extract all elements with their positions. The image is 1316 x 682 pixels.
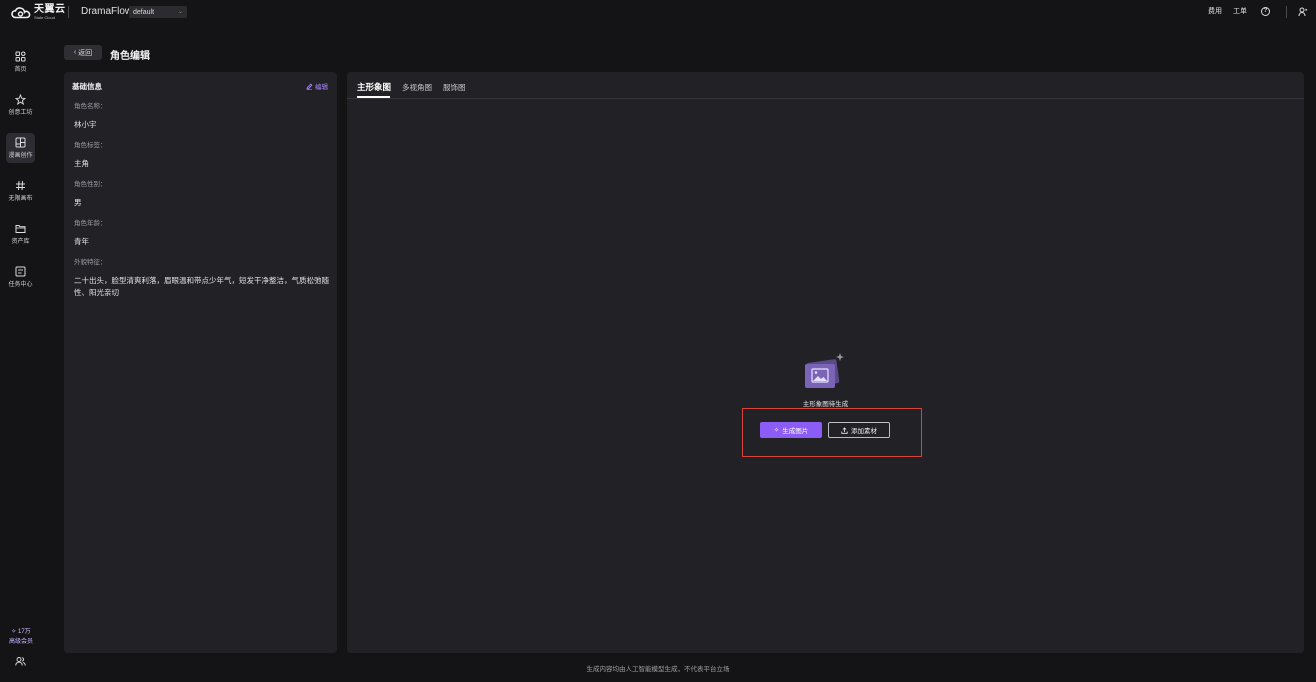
field-label: 外貌特征： xyxy=(74,259,107,266)
image-tabs: 主形象图 多视角图 服饰图 xyxy=(347,72,1304,99)
edit-button[interactable]: 编辑 xyxy=(306,81,328,91)
add-material-label: 添加素材 xyxy=(851,428,877,435)
add-material-button[interactable]: 添加素材 xyxy=(828,422,890,438)
grid-icon xyxy=(15,51,26,62)
field-label: 角色性别： xyxy=(74,181,107,188)
divider xyxy=(68,6,69,18)
logo-text: 天翼云 xyxy=(34,4,66,15)
sidebar-item-assets[interactable]: 资产库 xyxy=(6,219,35,249)
tab-main-image[interactable]: 主形象图 xyxy=(357,81,391,93)
chevron-left-icon: ‹ xyxy=(73,49,77,56)
ticket-link[interactable]: 工单 xyxy=(1233,6,1247,16)
sidebar-item-label: 资产库 xyxy=(11,239,30,245)
logo[interactable]: 天翼云 State Cloud xyxy=(11,5,66,20)
help-circle-icon[interactable]: ? xyxy=(1261,7,1270,16)
back-button[interactable]: ‹ 返回 xyxy=(64,45,102,60)
field-label: 角色标签： xyxy=(74,142,107,149)
field-value: 林小宇 xyxy=(74,120,97,129)
sparkle-star-icon xyxy=(15,94,26,105)
field-label: 角色名称： xyxy=(74,103,107,110)
divider xyxy=(1286,6,1287,18)
membership-quota[interactable]: ✧ 17万 高级会员 xyxy=(8,626,34,645)
basic-info-panel: 基础信息 编辑 角色名称： 林小宇 角色标签： 主角 角色性别： 男 角色年龄：… xyxy=(64,72,337,653)
field-value: 青年 xyxy=(74,237,89,246)
image-panel: 主形象图 多视角图 服饰图 主形象图待生成 ✧ 生成图片 添加素材 xyxy=(347,72,1304,653)
cloud-logo-icon xyxy=(11,6,31,18)
edit-label: 编辑 xyxy=(315,84,328,91)
hash-canvas-icon xyxy=(16,180,25,191)
task-list-icon xyxy=(15,266,26,277)
upload-icon xyxy=(841,426,848,434)
generate-label: 生成图片 xyxy=(782,428,809,435)
magic-wand-icon: ✧ xyxy=(773,427,780,434)
top-bar: 天翼云 State Cloud DramaFlow default ⌄ 费用 工… xyxy=(0,0,1316,24)
logo-subtext: State Cloud xyxy=(34,15,55,20)
footer-disclaimer: 生成内容均由人工智能模型生成，不代表平台立场 xyxy=(586,666,730,673)
comic-panels-icon xyxy=(15,137,26,148)
page-title: 角色编辑 xyxy=(110,51,150,62)
space-select-value: default xyxy=(133,8,155,16)
image-placeholder-icon xyxy=(805,353,844,388)
chevron-down-icon: ⌄ xyxy=(177,9,183,15)
folder-icon xyxy=(15,225,26,233)
field-role-age: 角色年龄： 青年 xyxy=(74,217,329,248)
generate-image-button[interactable]: ✧ 生成图片 xyxy=(760,422,822,438)
pencil-icon xyxy=(306,83,313,90)
tab-outfit[interactable]: 服饰图 xyxy=(443,82,466,93)
app-name: DramaFlow xyxy=(81,6,133,17)
field-label: 角色年龄： xyxy=(74,220,107,227)
sidebar-item-label: 首页 xyxy=(14,67,27,73)
field-role-tag: 角色标签： 主角 xyxy=(74,139,329,170)
tab-active-indicator xyxy=(357,96,390,98)
sidebar-item-label: 漫画创作 xyxy=(8,153,33,159)
sparkle-icon: ✧ xyxy=(11,629,17,635)
back-label: 返回 xyxy=(78,49,93,57)
field-appearance: 外貌特征： 二十出头，脸型清爽利落，眉眼温和带点少年气，短发干净整洁，气质松弛随… xyxy=(74,256,329,299)
sidebar-item-comic[interactable]: 漫画创作 xyxy=(6,133,35,163)
sidebar-item-canvas[interactable]: 无限画布 xyxy=(6,176,35,206)
field-role-gender: 角色性别： 男 xyxy=(74,178,329,209)
field-value: 男 xyxy=(74,198,82,207)
panel-title: 基础信息 xyxy=(72,82,102,91)
sidebar-item-home[interactable]: 首页 xyxy=(6,47,35,77)
sidebar-item-label: 无限画布 xyxy=(8,196,33,202)
empty-state-text: 主形象图待生成 xyxy=(802,401,849,408)
sidebar-item-label: 创意工坊 xyxy=(8,110,33,116)
space-select[interactable]: default ⌄ xyxy=(129,6,187,18)
fee-link[interactable]: 费用 xyxy=(1208,6,1222,16)
sidebar-item-workshop[interactable]: 创意工坊 xyxy=(6,90,35,120)
field-value: 二十出头，脸型清爽利落，眉眼温和带点少年气，短发干净整洁，气质松弛随性、阳光亲切 xyxy=(74,276,329,297)
membership-label: 高级会员 xyxy=(8,639,33,645)
user-icon[interactable] xyxy=(1298,7,1308,17)
sidebar-item-label: 任务中心 xyxy=(8,282,33,288)
field-value: 主角 xyxy=(74,159,89,168)
tab-multi-view[interactable]: 多视角图 xyxy=(402,82,432,93)
quota-value: 17万 xyxy=(18,629,31,635)
sidebar-item-tasks[interactable]: 任务中心 xyxy=(6,262,35,292)
field-role-name: 角色名称： 林小宇 xyxy=(74,100,329,131)
